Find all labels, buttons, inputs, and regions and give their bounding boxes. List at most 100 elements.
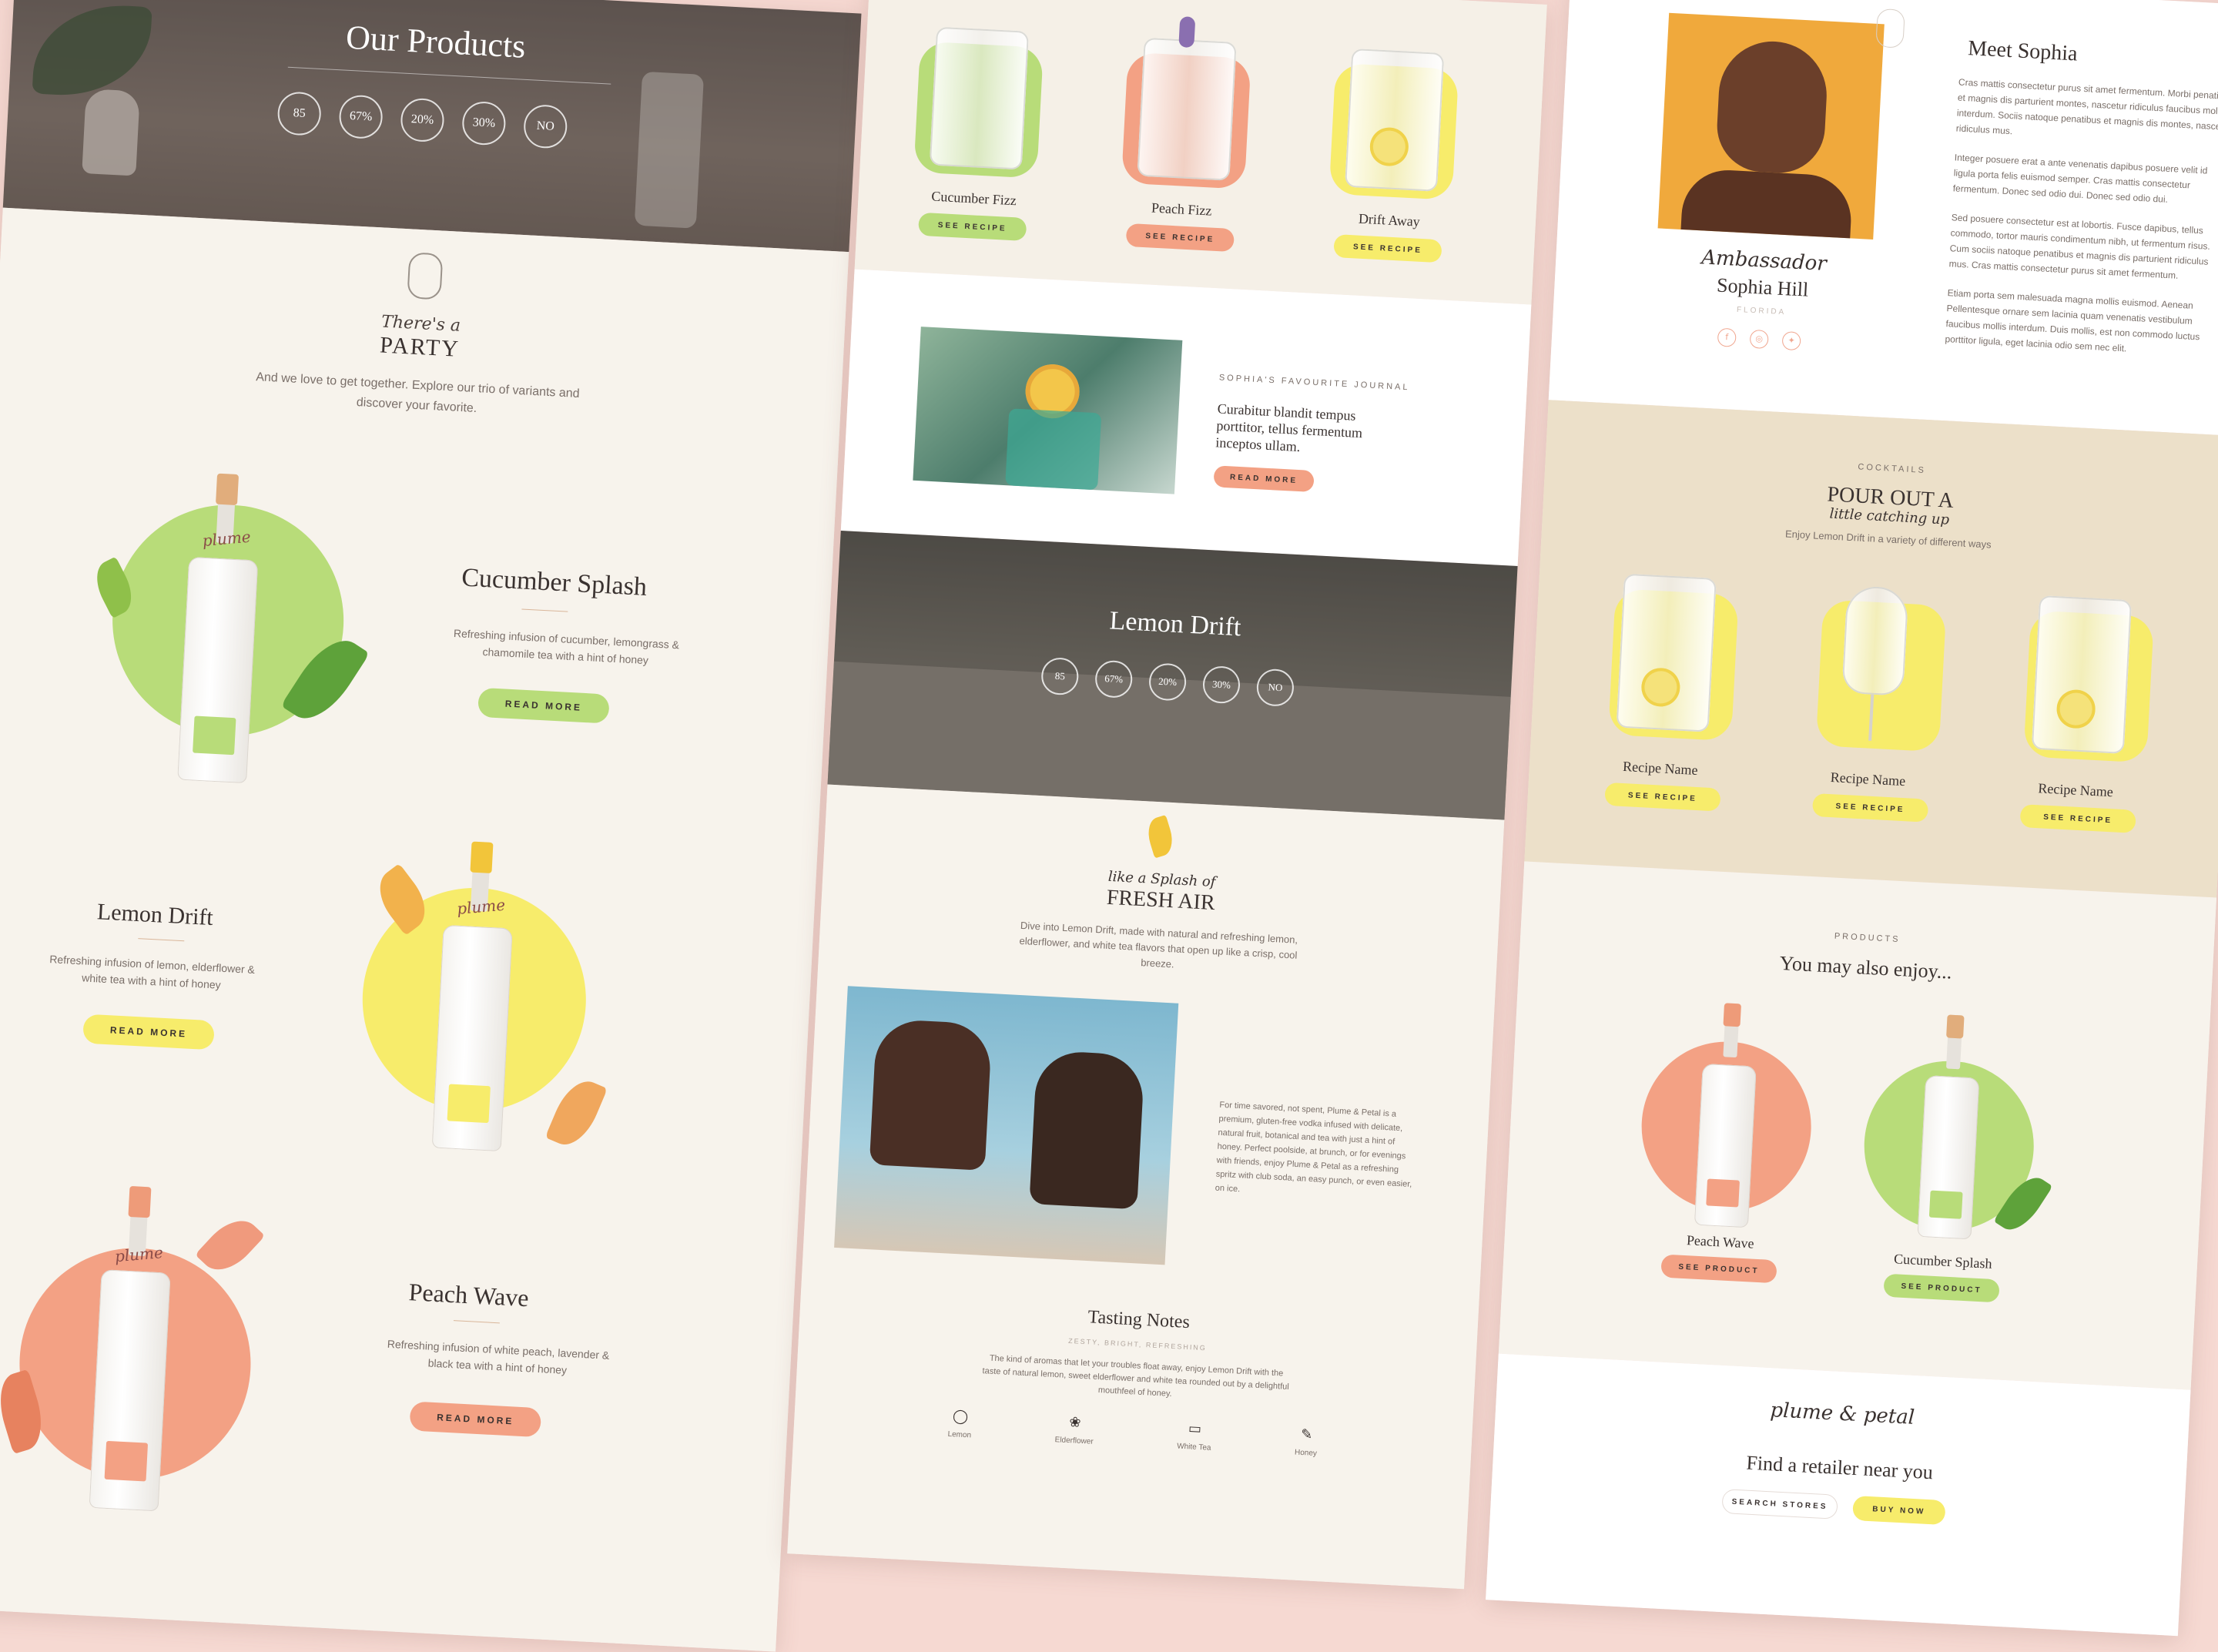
stat-badge: 30% — [461, 100, 507, 146]
product-name: Peach Wave — [407, 1278, 530, 1312]
retailer-section: plume & petal Find a retailer near you S… — [1486, 1353, 2191, 1637]
buy-now-button[interactable]: BUY NOW — [1852, 1495, 1946, 1526]
related-products-section: PRODUCTS You may also enjoy... Peach Wav… — [1498, 861, 2217, 1390]
recipe-glass — [2031, 595, 2133, 754]
note-label: Lemon — [947, 1429, 972, 1440]
air-text: Dive into Lemon Drift, made with natural… — [1019, 919, 1298, 970]
mockup-board: Our Products 85 67% 20% 30% NO There's a… — [0, 0, 2218, 1652]
cocktails-section: COCKTAILS POUR OUT A little catching up … — [1524, 400, 2218, 898]
see-product-button[interactable]: SEE PRODUCT — [1883, 1273, 2000, 1303]
note-label: Elderflower — [1054, 1436, 1094, 1446]
product-row: plume Peach Wave Refreshing infusion of … — [0, 1177, 798, 1575]
product-desc: Refreshing infusion of cucumber, lemongr… — [453, 626, 680, 667]
cocktail-card: Recipe Name SEE RECIPE — [1787, 568, 1956, 853]
journal-image — [913, 327, 1183, 494]
ambassador-shoulders — [1680, 168, 1854, 239]
instagram-icon[interactable]: ◎ — [1749, 329, 1769, 350]
stat-badge: 67% — [338, 94, 384, 140]
recipe-name: Cucumber Fizz — [930, 188, 1017, 209]
bio-paragraph: Cras mattis consectetur purus sit amet f… — [1955, 76, 2218, 137]
lemon-drift-hero: Lemon Drift 85 67% 20% 30% NO — [827, 530, 1518, 820]
recipe-glass — [929, 26, 1030, 170]
related-card: Cucumber Splash SEE PRODUCT — [1840, 1010, 2056, 1328]
stat-badge: 67% — [1094, 659, 1134, 699]
stat-badge: 85 — [1040, 656, 1080, 696]
product-desc: Refreshing infusion of white peach, lave… — [387, 1337, 610, 1376]
tasting-text: The kind of aromas that let your trouble… — [982, 1353, 1290, 1399]
bottle-logo: plume — [114, 1242, 164, 1265]
recipe-glass — [1137, 37, 1237, 181]
recipe-glass — [1345, 48, 1445, 192]
feather-icon — [1143, 814, 1178, 859]
brand-crest-icon — [407, 252, 444, 300]
see-recipe-button[interactable]: SEE RECIPE — [2019, 804, 2136, 833]
note-item: ❀ Elderflower — [1054, 1413, 1094, 1446]
stat-badge: NO — [1255, 668, 1295, 708]
see-recipe-button[interactable]: SEE RECIPE — [1333, 234, 1442, 263]
story-photo — [834, 986, 1179, 1265]
brand-logo: plume & petal — [1769, 1399, 1915, 1429]
brand-crest-icon — [1875, 8, 1905, 49]
column-products-page: Our Products 85 67% 20% 30% NO There's a… — [0, 0, 862, 1652]
journal-section: SOPHIA'S FAVOURITE JOURNAL Curabitur bla… — [840, 269, 1532, 567]
column-lemon-drift-page: Cucumber Fizz SEE RECIPE Peach Fizz SEE … — [787, 0, 1547, 1590]
ambassador-head — [1714, 39, 1830, 176]
bottle-logo: plume — [456, 895, 507, 919]
product-name: Lemon Drift — [96, 899, 214, 931]
meet-title: Meet Sophia — [1967, 36, 2079, 66]
person-figure — [869, 1018, 993, 1171]
bio-paragraph: Sed posuere consectetur est at lobortis.… — [1948, 212, 2211, 281]
product-desc: Refreshing infusion of lemon, elderflowe… — [49, 953, 256, 991]
party-text: And we love to get together. Explore our… — [255, 370, 580, 416]
see-recipe-button[interactable]: SEE RECIPE — [917, 212, 1027, 242]
see-recipe-button[interactable]: SEE RECIPE — [1125, 223, 1235, 253]
facebook-icon[interactable]: f — [1717, 327, 1737, 347]
read-more-button[interactable]: READ MORE — [82, 1014, 215, 1051]
bio-text: Cras mattis consectetur purus sit amet f… — [1945, 75, 2218, 361]
cocktail-card: Recipe Name SEE RECIPE — [1995, 578, 2164, 863]
recipe-card: Cucumber Fizz SEE RECIPE — [894, 10, 1060, 264]
related-name: Peach Wave — [1686, 1232, 1755, 1252]
recipe-name: Recipe Name — [1622, 758, 1699, 779]
stat-badge: 85 — [276, 91, 323, 136]
stat-badge: 30% — [1201, 665, 1241, 705]
stat-badge: 20% — [400, 97, 445, 143]
note-label: Honey — [1294, 1448, 1318, 1458]
stat-badge: 20% — [1148, 662, 1188, 702]
feather-decoration — [544, 1073, 608, 1153]
journal-label: SOPHIA'S FAVOURITE JOURNAL — [1218, 373, 1410, 393]
product-divider — [521, 608, 568, 612]
elderflower-icon: ❀ — [1068, 1414, 1082, 1431]
see-product-button[interactable]: SEE PRODUCT — [1660, 1254, 1777, 1284]
see-recipe-button[interactable]: SEE RECIPE — [1811, 792, 1929, 823]
search-stores-button[interactable]: SEARCH STORES — [1721, 1489, 1838, 1520]
honey-icon: ✎ — [1300, 1426, 1313, 1443]
recipe-card: Drift Away SEE RECIPE — [1309, 32, 1476, 286]
read-more-button[interactable]: READ MORE — [1213, 465, 1315, 493]
recipe-name: Recipe Name — [1830, 769, 1906, 789]
read-more-button[interactable]: READ MORE — [477, 687, 610, 724]
see-recipe-button[interactable]: SEE RECIPE — [1604, 782, 1721, 812]
story-text: For time savored, not spent, Plume & Pet… — [1215, 1100, 1412, 1195]
recipe-glass — [1616, 573, 1717, 732]
ambassador-section: Ambassador Sophia Hill FLORIDA f ◎ ✦ Mee… — [1548, 0, 2218, 437]
twitter-icon[interactable]: ✦ — [1781, 331, 1801, 351]
stat-badge: NO — [522, 103, 568, 149]
note-item: ✎ Honey — [1295, 1426, 1318, 1458]
journal-title: Curabitur blandit tempus porttitor, tell… — [1215, 400, 1363, 455]
recipe-card: Peach Fizz SEE RECIPE — [1101, 16, 1268, 275]
drink-glass — [1005, 408, 1102, 491]
product-divider — [138, 938, 185, 942]
bottle-logo: plume — [201, 527, 252, 551]
feather-decoration — [195, 1209, 266, 1282]
recipe-name: Recipe Name — [2037, 780, 2114, 800]
related-card: Peach Wave SEE PRODUCT — [1617, 998, 1833, 1316]
white-tea-icon: ▭ — [1188, 1420, 1202, 1438]
read-more-button[interactable]: READ MORE — [409, 1401, 542, 1438]
recipes-section: Cucumber Fizz SEE RECIPE Peach Fizz SEE … — [854, 0, 1547, 305]
retailer-actions: SEARCH STORES BUY NOW — [1721, 1489, 1946, 1526]
social-links: f ◎ ✦ — [1717, 327, 1801, 351]
product-divider — [453, 1320, 500, 1324]
note-label: White Tea — [1176, 1442, 1211, 1453]
note-item: ▭ White Tea — [1177, 1420, 1212, 1453]
